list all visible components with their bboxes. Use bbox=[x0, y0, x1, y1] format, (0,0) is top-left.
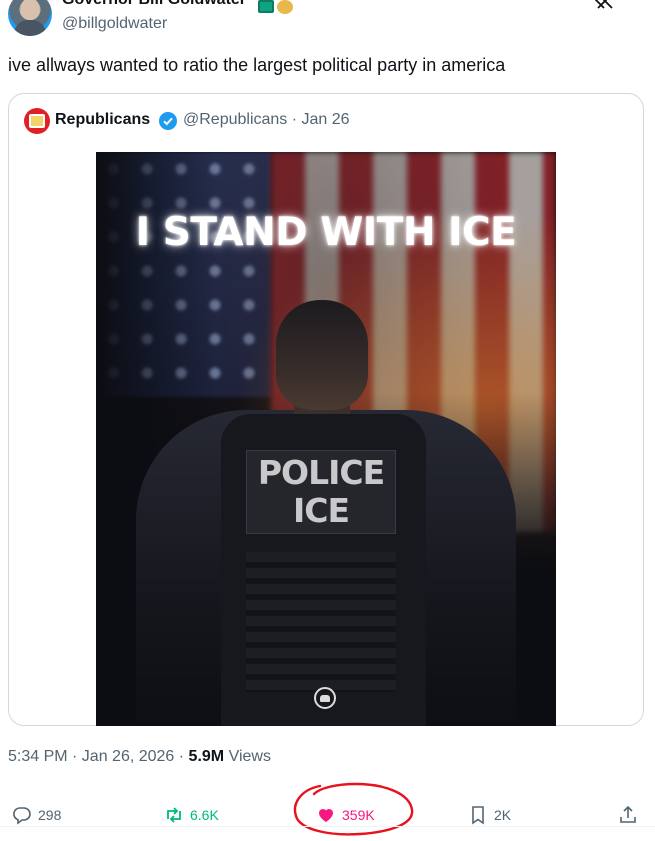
avatar-face bbox=[21, 0, 39, 20]
author-avatar[interactable] bbox=[8, 0, 52, 36]
reply-icon bbox=[13, 807, 31, 825]
officer-head bbox=[276, 300, 368, 410]
government-badge-icon bbox=[258, 0, 274, 13]
repost-icon bbox=[167, 807, 181, 823]
republicans-avatar[interactable] bbox=[24, 108, 50, 134]
gop-logo-icon bbox=[29, 114, 45, 128]
author-handle[interactable]: @billgoldwater bbox=[62, 15, 167, 33]
author-display-name[interactable]: Governor Bill Goldwater bbox=[62, 0, 246, 9]
view-count: 5.9M bbox=[188, 748, 225, 765]
quoted-post-card[interactable]: Republicans @Republicans · Jan 26 I STAN… bbox=[8, 93, 644, 726]
hand-drawn-circle-annotation bbox=[293, 782, 414, 836]
share-icon bbox=[620, 805, 636, 823]
grok-icon[interactable] bbox=[592, 0, 614, 10]
bookmark-count: 2K bbox=[494, 807, 512, 823]
post-meta: 5:34 PM · Jan 26, 2026 · 5.9M Views bbox=[8, 748, 271, 766]
quoted-author-name[interactable]: Republicans bbox=[55, 111, 150, 129]
post-timestamp[interactable]: 5:34 PM · Jan 26, 2026 · bbox=[8, 748, 189, 765]
avatar-shirt bbox=[14, 20, 46, 36]
gop-elephant-icon bbox=[314, 687, 336, 709]
bookmark-icon bbox=[472, 806, 484, 825]
repost-count: 6.6K bbox=[190, 807, 219, 823]
verified-check-icon bbox=[159, 112, 177, 130]
patch-line-2: ICE bbox=[292, 491, 350, 530]
views-label: Views bbox=[224, 748, 271, 765]
poster-headline: I STAND WITH ICE bbox=[135, 210, 517, 255]
vest-webbing bbox=[246, 552, 396, 692]
patch-line-1: POLICE bbox=[257, 453, 385, 492]
tweet-text: ive allways wanted to ratio the largest … bbox=[8, 55, 506, 75]
vest-patch-text: POLICE ICE bbox=[246, 454, 396, 530]
author-badges bbox=[258, 0, 293, 14]
quoted-post-image[interactable]: I STAND WITH ICE POLICE ICE bbox=[96, 152, 556, 726]
quoted-handle-date[interactable]: @Republicans · Jan 26 bbox=[183, 111, 350, 129]
reply-count: 298 bbox=[38, 807, 62, 823]
gold-verified-icon bbox=[277, 0, 293, 14]
divider bbox=[0, 826, 655, 827]
